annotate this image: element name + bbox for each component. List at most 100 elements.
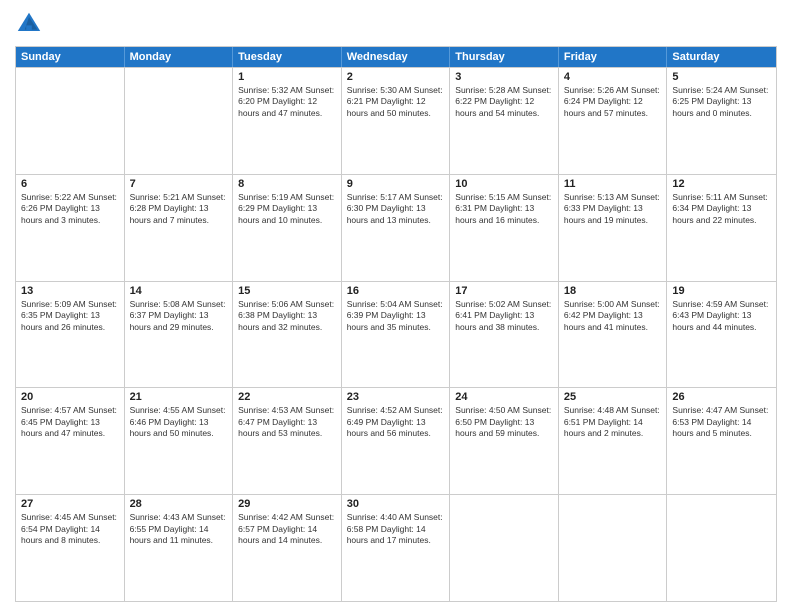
calendar-row-1: 1 Sunrise: 5:32 AM Sunset: 6:20 PM Daylig… (16, 67, 776, 174)
day-number: 19 (672, 285, 771, 297)
calendar-row-4: 20Sunrise: 4:57 AM Sunset: 6:45 PM Dayli… (16, 387, 776, 494)
cell-info: Sunrise: 5:21 AM Sunset: 6:28 PM Dayligh… (130, 192, 228, 226)
calendar-cell: 1 Sunrise: 5:32 AM Sunset: 6:20 PM Daylig… (233, 68, 342, 174)
cell-info: Sunrise: 4:55 AM Sunset: 6:46 PM Dayligh… (130, 405, 228, 439)
cell-info: Sunrise: 4:50 AM Sunset: 6:50 PM Dayligh… (455, 405, 553, 439)
cell-info: Sunrise: 5:30 AM Sunset: 6:21 PM Dayligh… (347, 85, 445, 119)
day-number: 21 (130, 391, 228, 403)
cell-info: Sunrise: 5:06 AM Sunset: 6:38 PM Dayligh… (238, 299, 336, 333)
calendar-cell: 21 Sunrise: 4:55 AM Sunset: 6:46 PM Dayli… (125, 388, 234, 494)
calendar-cell (667, 495, 776, 601)
calendar-row-2: 6 Sunrise: 5:22 AM Sunset: 6:26 PM Daylig… (16, 174, 776, 281)
calendar-cell: 20Sunrise: 4:57 AM Sunset: 6:45 PM Dayli… (16, 388, 125, 494)
calendar-cell: 23 Sunrise: 4:52 AM Sunset: 6:49 PM Dayli… (342, 388, 451, 494)
cell-info: Sunrise: 4:42 AM Sunset: 6:57 PM Dayligh… (238, 512, 336, 546)
cell-info: Sunrise: 5:19 AM Sunset: 6:29 PM Dayligh… (238, 192, 336, 226)
header-day-wednesday: Wednesday (342, 47, 451, 67)
day-number: 6 (21, 178, 119, 190)
calendar-cell: 22 Sunrise: 4:53 AM Sunset: 6:47 PM Dayli… (233, 388, 342, 494)
cell-info: Sunrise: 4:48 AM Sunset: 6:51 PM Dayligh… (564, 405, 662, 439)
logo-icon (15, 10, 43, 38)
day-number: 7 (130, 178, 228, 190)
day-number: 22 (238, 391, 336, 403)
cell-info: Sunrise: 5:28 AM Sunset: 6:22 PM Dayligh… (455, 85, 553, 119)
calendar-cell: 13 Sunrise: 5:09 AM Sunset: 6:35 PM Dayli… (16, 282, 125, 388)
calendar-row-3: 13 Sunrise: 5:09 AM Sunset: 6:35 PM Dayli… (16, 281, 776, 388)
calendar-cell: 14Sunrise: 5:08 AM Sunset: 6:37 PM Dayli… (125, 282, 234, 388)
header-day-friday: Friday (559, 47, 668, 67)
calendar-cell (450, 495, 559, 601)
day-number: 1 (238, 71, 336, 83)
day-number: 14 (130, 285, 228, 297)
cell-info: Sunrise: 5:24 AM Sunset: 6:25 PM Dayligh… (672, 85, 771, 119)
day-number: 23 (347, 391, 445, 403)
cell-info: Sunrise: 4:59 AM Sunset: 6:43 PM Dayligh… (672, 299, 771, 333)
day-number: 16 (347, 285, 445, 297)
calendar-cell: 3 Sunrise: 5:28 AM Sunset: 6:22 PM Daylig… (450, 68, 559, 174)
calendar-cell: 7 Sunrise: 5:21 AM Sunset: 6:28 PM Daylig… (125, 175, 234, 281)
calendar-cell: 17 Sunrise: 5:02 AM Sunset: 6:41 PM Dayli… (450, 282, 559, 388)
day-number: 24 (455, 391, 553, 403)
calendar-cell: 24 Sunrise: 4:50 AM Sunset: 6:50 PM Dayli… (450, 388, 559, 494)
calendar-row-5: 27 Sunrise: 4:45 AM Sunset: 6:54 PM Dayli… (16, 494, 776, 601)
day-number: 9 (347, 178, 445, 190)
day-number: 17 (455, 285, 553, 297)
cell-info: Sunrise: 5:22 AM Sunset: 6:26 PM Dayligh… (21, 192, 119, 226)
day-number: 15 (238, 285, 336, 297)
day-number: 12 (672, 178, 771, 190)
calendar-cell: 2Sunrise: 5:30 AM Sunset: 6:21 PM Daylig… (342, 68, 451, 174)
calendar-cell: 11Sunrise: 5:13 AM Sunset: 6:33 PM Dayli… (559, 175, 668, 281)
calendar-cell: 15 Sunrise: 5:06 AM Sunset: 6:38 PM Dayli… (233, 282, 342, 388)
day-number: 5 (672, 71, 771, 83)
day-number: 4 (564, 71, 662, 83)
cell-info: Sunrise: 4:47 AM Sunset: 6:53 PM Dayligh… (672, 405, 771, 439)
calendar-cell: 6 Sunrise: 5:22 AM Sunset: 6:26 PM Daylig… (16, 175, 125, 281)
day-number: 13 (21, 285, 119, 297)
day-number: 25 (564, 391, 662, 403)
day-number: 26 (672, 391, 771, 403)
calendar-cell: 29Sunrise: 4:42 AM Sunset: 6:57 PM Dayli… (233, 495, 342, 601)
calendar-cell (559, 495, 668, 601)
calendar-cell: 26 Sunrise: 4:47 AM Sunset: 6:53 PM Dayli… (667, 388, 776, 494)
day-number: 18 (564, 285, 662, 297)
day-number: 28 (130, 498, 228, 510)
logo (15, 10, 47, 38)
cell-info: Sunrise: 5:26 AM Sunset: 6:24 PM Dayligh… (564, 85, 662, 119)
calendar-cell: 8 Sunrise: 5:19 AM Sunset: 6:29 PM Daylig… (233, 175, 342, 281)
cell-info: Sunrise: 4:43 AM Sunset: 6:55 PM Dayligh… (130, 512, 228, 546)
header-day-sunday: Sunday (16, 47, 125, 67)
header-day-monday: Monday (125, 47, 234, 67)
day-number: 8 (238, 178, 336, 190)
calendar-body: 1 Sunrise: 5:32 AM Sunset: 6:20 PM Daylig… (16, 67, 776, 601)
cell-info: Sunrise: 5:02 AM Sunset: 6:41 PM Dayligh… (455, 299, 553, 333)
header-day-thursday: Thursday (450, 47, 559, 67)
cell-info: Sunrise: 5:32 AM Sunset: 6:20 PM Dayligh… (238, 85, 336, 119)
cell-info: Sunrise: 4:52 AM Sunset: 6:49 PM Dayligh… (347, 405, 445, 439)
calendar-cell: 10 Sunrise: 5:15 AM Sunset: 6:31 PM Dayli… (450, 175, 559, 281)
cell-info: Sunrise: 4:40 AM Sunset: 6:58 PM Dayligh… (347, 512, 445, 546)
calendar-cell: 27 Sunrise: 4:45 AM Sunset: 6:54 PM Dayli… (16, 495, 125, 601)
cell-info: Sunrise: 4:53 AM Sunset: 6:47 PM Dayligh… (238, 405, 336, 439)
header (15, 10, 777, 38)
calendar-cell (125, 68, 234, 174)
cell-info: Sunrise: 4:45 AM Sunset: 6:54 PM Dayligh… (21, 512, 119, 546)
calendar-cell: 19 Sunrise: 4:59 AM Sunset: 6:43 PM Dayli… (667, 282, 776, 388)
day-number: 10 (455, 178, 553, 190)
calendar-cell: 25 Sunrise: 4:48 AM Sunset: 6:51 PM Dayli… (559, 388, 668, 494)
day-number: 11 (564, 178, 662, 190)
calendar-cell: 12Sunrise: 5:11 AM Sunset: 6:34 PM Dayli… (667, 175, 776, 281)
day-number: 3 (455, 71, 553, 83)
header-day-tuesday: Tuesday (233, 47, 342, 67)
calendar: SundayMondayTuesdayWednesdayThursdayFrid… (15, 46, 777, 602)
cell-info: Sunrise: 5:15 AM Sunset: 6:31 PM Dayligh… (455, 192, 553, 226)
calendar-cell: 28 Sunrise: 4:43 AM Sunset: 6:55 PM Dayli… (125, 495, 234, 601)
calendar-header: SundayMondayTuesdayWednesdayThursdayFrid… (16, 47, 776, 67)
calendar-cell: 30Sunrise: 4:40 AM Sunset: 6:58 PM Dayli… (342, 495, 451, 601)
cell-info: Sunrise: 5:09 AM Sunset: 6:35 PM Dayligh… (21, 299, 119, 333)
calendar-cell: 16Sunrise: 5:04 AM Sunset: 6:39 PM Dayli… (342, 282, 451, 388)
cell-info: Sunrise: 4:57 AM Sunset: 6:45 PM Dayligh… (21, 405, 119, 439)
calendar-cell (16, 68, 125, 174)
day-number: 27 (21, 498, 119, 510)
calendar-cell: 18Sunrise: 5:00 AM Sunset: 6:42 PM Dayli… (559, 282, 668, 388)
calendar-cell: 9Sunrise: 5:17 AM Sunset: 6:30 PM Daylig… (342, 175, 451, 281)
